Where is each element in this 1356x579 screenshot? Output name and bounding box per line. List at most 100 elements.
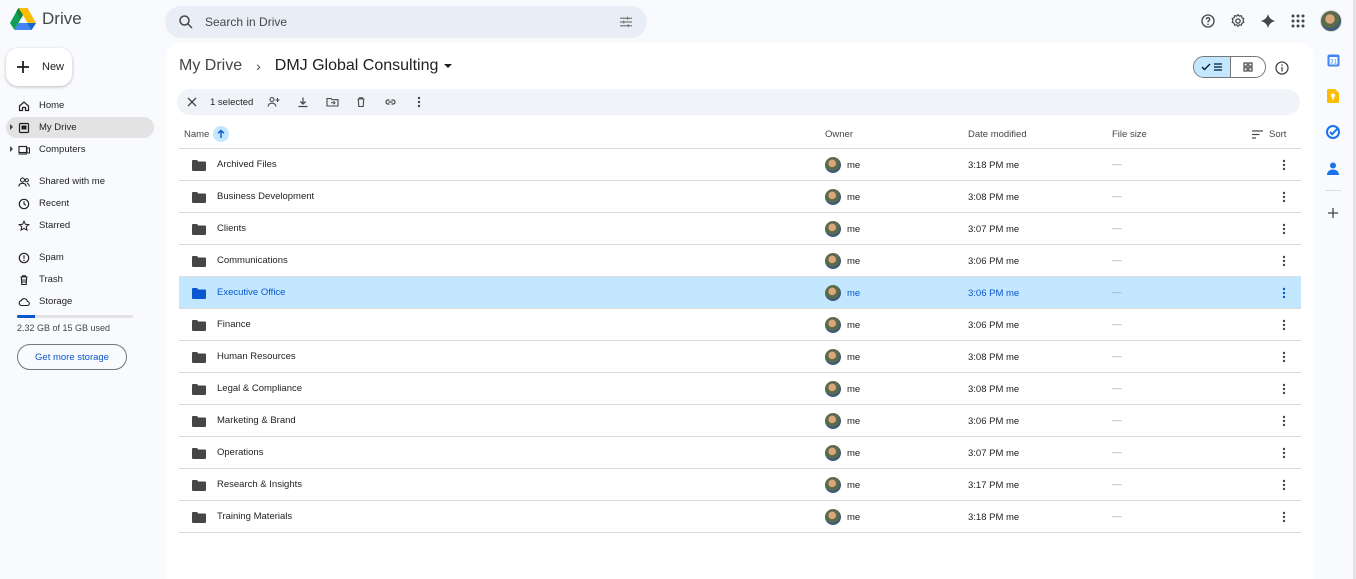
apps-grid-icon[interactable] bbox=[1290, 13, 1306, 29]
file-name[interactable]: Executive Office bbox=[217, 287, 285, 298]
date-modified: 3:07 PM me bbox=[968, 224, 1020, 235]
tasks-icon[interactable] bbox=[1325, 124, 1341, 140]
date-modified: 3:17 PM me bbox=[968, 480, 1020, 491]
settings-icon[interactable] bbox=[1230, 13, 1246, 29]
sidebar-item-spam[interactable]: Spam bbox=[6, 247, 154, 268]
get-more-storage-button[interactable]: Get more storage bbox=[17, 344, 127, 370]
sidebar-item-home[interactable]: Home bbox=[6, 95, 154, 116]
sidebar-item-my-drive[interactable]: My Drive bbox=[6, 117, 154, 138]
link-icon[interactable] bbox=[381, 93, 399, 111]
search-input[interactable]: Search in Drive bbox=[205, 15, 617, 29]
owner-avatar bbox=[825, 317, 841, 333]
file-name[interactable]: Human Resources bbox=[217, 351, 296, 362]
more-vert-icon[interactable] bbox=[1277, 254, 1291, 268]
more-vert-icon[interactable] bbox=[1277, 158, 1291, 172]
account-avatar[interactable] bbox=[1320, 10, 1342, 32]
table-row[interactable]: Clients me 3:07 PM me — bbox=[179, 213, 1301, 245]
folder-icon bbox=[192, 480, 206, 491]
file-name[interactable]: Communications bbox=[217, 255, 288, 266]
file-name[interactable]: Legal & Compliance bbox=[217, 383, 302, 394]
column-header-name[interactable]: Name bbox=[184, 126, 230, 142]
more-vert-icon[interactable] bbox=[1277, 446, 1291, 460]
breadcrumb-current-folder[interactable]: DMJ Global Consulting bbox=[275, 57, 453, 75]
date-modified: 3:18 PM me bbox=[968, 160, 1020, 171]
calendar-icon[interactable]: 31 bbox=[1325, 52, 1341, 68]
new-button[interactable]: New bbox=[6, 48, 72, 86]
file-name[interactable]: Research & Insights bbox=[217, 479, 302, 490]
sidebar-item-recent[interactable]: Recent bbox=[6, 193, 154, 214]
date-modified: 3:06 PM me bbox=[968, 416, 1020, 427]
breadcrumb-my-drive[interactable]: My Drive bbox=[179, 57, 242, 75]
more-vert-icon[interactable] bbox=[1277, 382, 1291, 396]
expand-caret-icon[interactable] bbox=[10, 124, 13, 130]
table-row[interactable]: Business Development me 3:08 PM me — bbox=[179, 181, 1301, 213]
table-row[interactable]: Marketing & Brand me 3:06 PM me — bbox=[179, 405, 1301, 437]
trash-icon[interactable] bbox=[352, 93, 370, 111]
sidebar-item-computers[interactable]: Computers bbox=[6, 139, 154, 160]
search-icon[interactable] bbox=[177, 13, 195, 31]
gemini-icon[interactable] bbox=[1260, 13, 1276, 29]
file-size: — bbox=[1112, 191, 1122, 202]
table-row[interactable]: Finance me 3:06 PM me — bbox=[179, 309, 1301, 341]
download-icon[interactable] bbox=[294, 93, 312, 111]
file-name[interactable]: Finance bbox=[217, 319, 251, 330]
more-vert-icon[interactable] bbox=[1277, 222, 1291, 236]
sort-ascending-icon[interactable] bbox=[213, 126, 230, 142]
rail-divider bbox=[1325, 190, 1341, 191]
file-name[interactable]: Business Development bbox=[217, 191, 314, 202]
file-name[interactable]: Marketing & Brand bbox=[217, 415, 296, 426]
more-vert-icon[interactable] bbox=[1277, 190, 1291, 204]
table-row[interactable]: Human Resources me 3:08 PM me — bbox=[179, 341, 1301, 373]
file-name[interactable]: Training Materials bbox=[217, 511, 292, 522]
grid-view-button[interactable] bbox=[1231, 57, 1265, 77]
file-name[interactable]: Archived Files bbox=[217, 159, 277, 170]
file-name[interactable]: Clients bbox=[217, 223, 246, 234]
table-row[interactable]: Executive Office me 3:06 PM me — bbox=[179, 277, 1301, 309]
list-view-button[interactable] bbox=[1194, 57, 1231, 77]
search-bar[interactable]: Search in Drive bbox=[165, 6, 647, 38]
sidebar-item-storage[interactable]: Storage bbox=[6, 291, 154, 312]
info-icon[interactable] bbox=[1274, 60, 1290, 76]
column-header-date-modified[interactable]: Date modified bbox=[968, 129, 1027, 140]
sidebar-item-shared[interactable]: Shared with me bbox=[6, 171, 154, 192]
more-vert-icon[interactable] bbox=[1277, 414, 1291, 428]
date-modified: 3:08 PM me bbox=[968, 192, 1020, 203]
table-row[interactable]: Archived Files me 3:18 PM me — bbox=[179, 149, 1301, 181]
table-row[interactable]: Training Materials me 3:18 PM me — bbox=[179, 501, 1301, 533]
owner-cell: me bbox=[825, 157, 860, 173]
more-vert-icon[interactable] bbox=[1277, 286, 1291, 300]
column-header-owner[interactable]: Owner bbox=[825, 129, 853, 140]
file-size: — bbox=[1112, 255, 1122, 266]
expand-caret-icon[interactable] bbox=[10, 146, 13, 152]
owner-cell: me bbox=[825, 445, 860, 461]
more-vert-icon[interactable] bbox=[410, 93, 428, 111]
more-vert-icon[interactable] bbox=[1277, 318, 1291, 332]
date-modified: 3:06 PM me bbox=[968, 320, 1020, 331]
sidebar-item-trash[interactable]: Trash bbox=[6, 269, 154, 290]
contacts-icon[interactable] bbox=[1325, 160, 1341, 176]
more-vert-icon[interactable] bbox=[1277, 478, 1291, 492]
move-icon[interactable] bbox=[323, 93, 341, 111]
column-header-file-size[interactable]: File size bbox=[1112, 129, 1147, 140]
sidebar-item-label: Trash bbox=[39, 274, 63, 285]
more-vert-icon[interactable] bbox=[1277, 510, 1291, 524]
drive-logo[interactable]: Drive bbox=[10, 8, 82, 30]
add-addon-icon[interactable] bbox=[1325, 205, 1341, 221]
file-name[interactable]: Operations bbox=[217, 447, 263, 458]
help-icon[interactable] bbox=[1200, 13, 1216, 29]
owner-cell: me bbox=[825, 189, 860, 205]
more-vert-icon[interactable] bbox=[1277, 350, 1291, 364]
search-options-icon[interactable] bbox=[617, 13, 635, 31]
table-row[interactable]: Communications me 3:06 PM me — bbox=[179, 245, 1301, 277]
clear-selection-icon[interactable] bbox=[183, 93, 201, 111]
sort-button[interactable]: Sort bbox=[1252, 129, 1286, 140]
share-icon[interactable] bbox=[265, 93, 283, 111]
table-row[interactable]: Research & Insights me 3:17 PM me — bbox=[179, 469, 1301, 501]
table-row[interactable]: Operations me 3:07 PM me — bbox=[179, 437, 1301, 469]
table-header: Name Owner Date modified File size Sort bbox=[179, 121, 1301, 149]
sidebar-item-starred[interactable]: Starred bbox=[6, 215, 154, 236]
table-row[interactable]: Legal & Compliance me 3:08 PM me — bbox=[179, 373, 1301, 405]
keep-icon[interactable] bbox=[1325, 88, 1341, 104]
sidebar-item-label: Shared with me bbox=[39, 176, 106, 187]
owner-avatar bbox=[825, 381, 841, 397]
